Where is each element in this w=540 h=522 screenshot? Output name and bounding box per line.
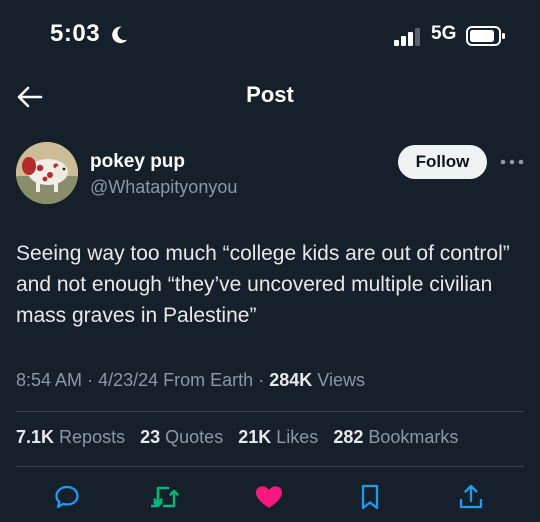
share-button[interactable]	[456, 482, 486, 512]
more-icon	[500, 159, 524, 165]
stat-label: Reposts	[59, 427, 126, 447]
post-meta: 8:54 AM · 4/23/24 From Earth · 284K View…	[16, 370, 526, 391]
nav-bar: Post	[0, 70, 540, 124]
divider	[16, 466, 524, 467]
stat-label: Quotes	[165, 427, 224, 447]
bookmark-button[interactable]	[355, 482, 385, 512]
status-bar: 5:03 5G	[0, 0, 540, 70]
divider	[16, 411, 524, 412]
share-icon	[459, 484, 483, 509]
meta-separator: ·	[87, 370, 94, 390]
engagement-stats: 7.1K Reposts 23 Quotes 21K Likes 282 Boo…	[16, 427, 526, 448]
reply-button[interactable]	[52, 482, 82, 512]
stat-count: 23	[140, 427, 161, 447]
post-text: Seeing way too much “college kids are ou…	[16, 242, 510, 327]
avatar-image	[16, 142, 78, 204]
more-options-button[interactable]	[499, 152, 525, 172]
repost-icon	[151, 486, 179, 508]
stat-reposts[interactable]: 7.1K Reposts	[16, 427, 125, 448]
battery-icon	[466, 26, 505, 46]
post-date[interactable]: 4/23/24	[98, 370, 158, 390]
moon-icon	[112, 26, 128, 44]
author-row: pokey pup @Whatapityonyou Follow	[16, 142, 526, 208]
like-button[interactable]	[254, 482, 284, 512]
network-label: 5G	[431, 23, 457, 44]
stat-likes[interactable]: 21K Likes	[238, 427, 318, 448]
avatar[interactable]	[16, 142, 78, 204]
stat-label: Bookmarks	[368, 427, 459, 447]
status-time: 5:03	[50, 20, 101, 47]
page-title: Post	[246, 82, 294, 107]
post-time[interactable]: 8:54 AM	[16, 370, 82, 390]
meta-separator: ·	[258, 370, 265, 390]
stat-quotes[interactable]: 23 Quotes	[140, 427, 223, 448]
reply-icon	[55, 485, 79, 509]
follow-button[interactable]: Follow	[398, 145, 487, 179]
bookmark-icon	[361, 484, 379, 510]
stat-count: 7.1K	[16, 427, 55, 447]
stat-label: Likes	[276, 427, 319, 447]
stat-count: 282	[333, 427, 364, 447]
stat-bookmarks[interactable]: 282 Bookmarks	[333, 427, 458, 448]
signal-icon	[394, 28, 420, 46]
repost-button[interactable]	[151, 482, 181, 512]
like-icon	[256, 486, 282, 508]
action-bar	[0, 478, 540, 518]
author-name[interactable]: pokey pup	[90, 151, 185, 173]
views-label: Views	[317, 370, 365, 390]
post-location: From Earth	[163, 370, 254, 390]
stat-count: 21K	[238, 427, 272, 447]
author-handle[interactable]: @Whatapityonyou	[90, 177, 237, 198]
views-count: 284K	[269, 370, 313, 390]
